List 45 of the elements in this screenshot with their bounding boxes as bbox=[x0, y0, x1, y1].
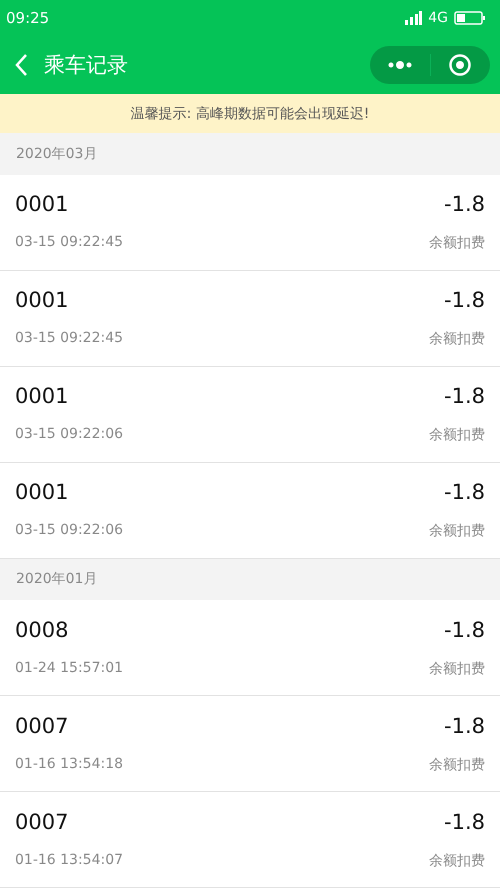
payment-type: 余额扣费 bbox=[429, 234, 485, 252]
ride-time: 03-15 09:22:45 bbox=[15, 234, 124, 252]
signal-icon bbox=[404, 11, 422, 25]
payment-type: 余额扣费 bbox=[429, 756, 485, 774]
record-row[interactable]: 0001 -1.8 03-15 09:22:06 余额扣费 bbox=[0, 462, 500, 559]
month-header: 2020年01月 bbox=[15, 570, 98, 590]
line-number: 0001 bbox=[15, 480, 70, 504]
ride-time: 01-16 13:54:07 bbox=[15, 852, 124, 870]
record-row[interactable]: 0001 -1.8 03-15 09:22:45 余额扣费 bbox=[0, 270, 500, 367]
payment-type: 余额扣费 bbox=[429, 522, 485, 540]
record-row[interactable]: 0007 -1.8 01-16 13:54:07 余额扣费 bbox=[0, 792, 500, 888]
ride-time: 03-15 09:22:45 bbox=[15, 330, 124, 348]
fare-amount: -1.8 bbox=[443, 714, 485, 738]
fare-amount: -1.8 bbox=[443, 618, 485, 642]
more-icon[interactable] bbox=[386, 60, 413, 70]
ride-time: 03-15 09:22:06 bbox=[15, 426, 124, 444]
status-time: 09:25 bbox=[6, 9, 50, 27]
fare-amount: -1.8 bbox=[443, 192, 485, 216]
payment-type: 余额扣费 bbox=[429, 852, 485, 870]
line-number: 0007 bbox=[15, 714, 70, 738]
back-icon[interactable] bbox=[14, 53, 28, 77]
record-row[interactable]: 0008 -1.8 01-24 15:57:01 余额扣费 bbox=[0, 600, 500, 696]
payment-type: 余额扣费 bbox=[429, 426, 485, 444]
ride-time: 03-15 09:22:06 bbox=[15, 522, 124, 540]
ride-time: 01-16 13:54:18 bbox=[15, 756, 124, 774]
fare-amount: -1.8 bbox=[443, 288, 485, 312]
fare-amount: -1.8 bbox=[443, 384, 485, 408]
line-number: 0001 bbox=[15, 288, 70, 312]
page-title: 乘车记录 bbox=[44, 52, 129, 79]
fare-amount: -1.8 bbox=[443, 810, 485, 834]
month-header: 2020年03月 bbox=[15, 145, 98, 164]
line-number: 0007 bbox=[15, 810, 70, 834]
payment-type: 余额扣费 bbox=[429, 660, 485, 678]
notice-banner: 温馨提示: 高峰期数据可能会出现延迟! bbox=[0, 94, 500, 134]
line-number: 0001 bbox=[15, 384, 70, 408]
fare-amount: -1.8 bbox=[443, 480, 485, 504]
record-row[interactable]: 0001 -1.8 03-15 09:22:06 余额扣费 bbox=[0, 366, 500, 463]
record-row[interactable]: 0001 -1.8 03-15 09:22:45 余额扣费 bbox=[0, 174, 500, 271]
payment-type: 余额扣费 bbox=[429, 330, 485, 348]
line-number: 0008 bbox=[15, 618, 70, 642]
ride-time: 01-24 15:57:01 bbox=[15, 660, 124, 678]
line-number: 0001 bbox=[15, 192, 70, 216]
record-row[interactable]: 0007 -1.8 01-16 13:54:18 余额扣费 bbox=[0, 696, 500, 792]
battery-icon bbox=[454, 11, 486, 25]
network-label: 4G bbox=[428, 10, 448, 26]
